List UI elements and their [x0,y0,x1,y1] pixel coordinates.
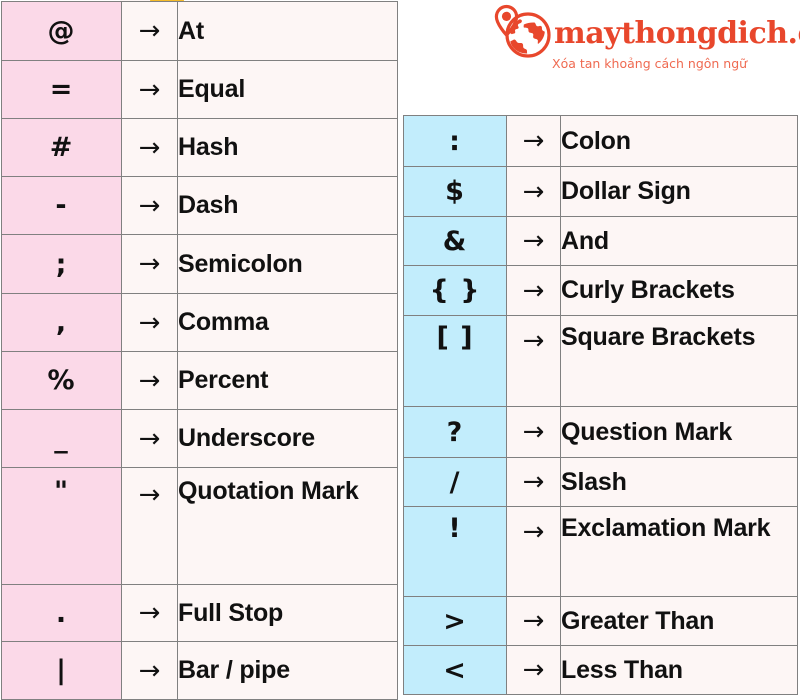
symbol-cell: . [1,584,122,642]
symbol-name-cell: Question Mark [560,406,798,458]
table-row: # → Hash [1,118,398,177]
symbol-cell: | [1,641,122,700]
symbol-cell: " [1,467,122,585]
arrow-icon: → [506,645,561,695]
table-row: < → Less Than [403,645,798,695]
symbol-name-cell: Percent [177,351,398,410]
arrow-icon: → [121,641,178,700]
table-row: / → Slash [403,457,798,507]
arrow-icon: → [121,467,178,585]
arrow-icon: → [506,216,561,266]
arrow-icon: → [506,506,561,597]
symbol-name-cell: Slash [560,457,798,507]
table-row: _ → Underscore [1,409,398,468]
symbol-name-cell: Comma [177,293,398,352]
right-symbol-table: : → Colon $ → Dollar Sign & → And { } → … [403,115,798,695]
table-row: : → Colon [403,115,798,167]
table-row: > → Greater Than [403,596,798,646]
arrow-icon: → [121,409,178,468]
table-row: " → Quotation Mark [1,467,398,585]
arrow-icon: → [121,293,178,352]
symbol-name-cell: Exclamation Mark [560,506,798,597]
arrow-icon: → [121,118,178,177]
table-row: @ → At [1,1,398,61]
symbol-cell: - [1,176,122,235]
symbol-name-cell: Quotation Mark [177,467,398,585]
symbol-cell: ! [403,506,507,597]
symbol-cell: _ [1,409,122,468]
symbol-name-cell: Semicolon [177,234,398,294]
table-row: $ → Dollar Sign [403,166,798,217]
table-row: ? → Question Mark [403,406,798,458]
arrow-icon: → [506,265,561,316]
symbol-cell: ; [1,234,122,294]
symbol-cell: , [1,293,122,352]
arrow-icon: → [506,315,561,407]
table-row: & → And [403,216,798,266]
symbol-cell: $ [403,166,507,217]
table-row: , → Comma [1,293,398,352]
arrow-icon: → [506,406,561,458]
logo-wordmark: maythongdich.com [554,16,800,51]
symbol-name-cell: Underscore [177,409,398,468]
table-row: [ ] → Square Brackets [403,315,798,407]
table-row: ; → Semicolon [1,234,398,294]
symbol-cell: & [403,216,507,266]
logo-row: maythongdich.com [492,2,800,60]
symbol-name-cell: Equal [177,60,398,119]
symbol-name-cell: Square Brackets [560,315,798,407]
symbol-cell: [ ] [403,315,507,407]
table-row: . → Full Stop [1,584,398,642]
arrow-icon: → [121,234,178,294]
symbol-cell: : [403,115,507,167]
table-row: % → Percent [1,351,398,410]
symbol-name-cell: And [560,216,798,266]
arrow-icon: → [506,596,561,646]
symbol-name-cell: Full Stop [177,584,398,642]
arrow-icon: → [121,1,178,61]
left-table-body: @ → At = → Equal # → Hash - → Dash ; → S… [1,1,398,700]
symbol-cell: # [1,118,122,177]
arrow-icon: → [506,457,561,507]
symbol-name-cell: Hash [177,118,398,177]
symbol-cell: < [403,645,507,695]
arrow-icon: → [121,351,178,410]
symbol-name-cell: Bar / pipe [177,641,398,700]
arrow-icon: → [121,584,178,642]
site-logo[interactable]: maythongdich.com Xóa tan khoảng cách ngô… [492,2,800,82]
symbol-name-cell: Curly Brackets [560,265,798,316]
symbol-name-cell: Dollar Sign [560,166,798,217]
table-row: ! → Exclamation Mark [403,506,798,597]
table-row: - → Dash [1,176,398,235]
right-table-body: : → Colon $ → Dollar Sign & → And { } → … [403,115,798,695]
symbol-name-cell: Greater Than [560,596,798,646]
symbol-name-cell: Less Than [560,645,798,695]
table-row: | → Bar / pipe [1,641,398,700]
symbol-cell: / [403,457,507,507]
table-row: { } → Curly Brackets [403,265,798,316]
map-pin-globe-icon [492,2,554,60]
table-row: = → Equal [1,60,398,119]
symbol-name-cell: Dash [177,176,398,235]
symbol-name-cell: Colon [560,115,798,167]
symbol-cell: > [403,596,507,646]
symbol-name-cell: At [177,1,398,61]
symbol-cell: ? [403,406,507,458]
symbol-cell: @ [1,1,122,61]
arrow-icon: → [506,115,561,167]
symbol-cell: { } [403,265,507,316]
symbol-cell: % [1,351,122,410]
arrow-icon: → [506,166,561,217]
symbol-cell: = [1,60,122,119]
logo-tagline: Xóa tan khoảng cách ngôn ngữ [552,56,748,71]
arrow-icon: → [121,60,178,119]
arrow-icon: → [121,176,178,235]
left-symbol-table: @ → At = → Equal # → Hash - → Dash ; → S… [1,1,398,700]
punctuation-names-chart: maythongdich.com Xóa tan khoảng cách ngô… [0,0,800,700]
